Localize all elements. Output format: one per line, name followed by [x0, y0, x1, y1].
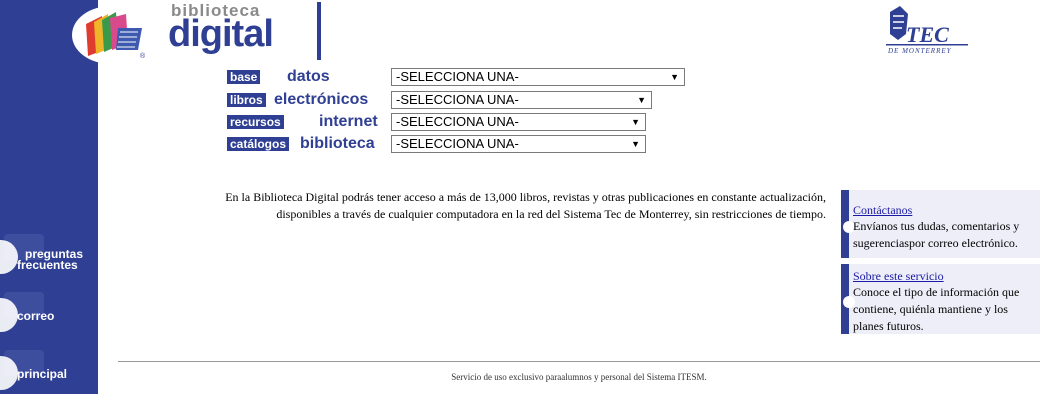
recursos-de-internet-select[interactable]: -SELECCIONA UNA- ▼ [391, 113, 646, 131]
sobre-este-servicio-link[interactable]: Sobre este servicio [853, 269, 944, 284]
contactanos-link[interactable]: Contáctanos [853, 203, 912, 218]
select-value: -SELECCIONA UNA- [396, 114, 519, 129]
tec-de-monterrey-logo-icon: TEC DE MONTERREY [886, 6, 968, 55]
selector-word: internet [319, 113, 378, 130]
description-text: En la Biblioteca Digital podrás tener ac… [150, 189, 826, 223]
brand-divider [317, 2, 321, 60]
dropdown-arrow-icon: ▼ [631, 117, 640, 127]
selector-word: biblioteca [300, 135, 375, 152]
select-value: -SELECCIONA UNA- [396, 69, 519, 84]
tec-logo-text: TEC [906, 22, 949, 47]
selector-tag: recursos de [227, 115, 284, 143]
tec-logo-subtitle: DE MONTERREY [887, 47, 952, 55]
svg-text:®: ® [140, 52, 146, 60]
sidebar-item-preguntas-frecuentes[interactable]: preguntas frecuentes [0, 234, 98, 280]
open-book-logo-icon: ® [86, 12, 146, 60]
catalogos-biblioteca-select[interactable]: -SELECCIONA UNA- ▼ [391, 135, 646, 153]
sidebar-item-label: preguntas frecuentes [17, 247, 84, 272]
sidebar-item-correo[interactable]: correo [0, 292, 98, 338]
description-line: En la Biblioteca Digital podrás tener ac… [225, 190, 826, 204]
brand-title: digital [168, 13, 274, 55]
sidebar-item-label: correo [17, 309, 55, 323]
dropdown-arrow-icon: ▼ [670, 72, 679, 82]
selector-tag: libros [227, 93, 266, 107]
select-value: -SELECCIONA UNA- [396, 136, 519, 151]
footer-text: Servicio de uso exclusivo paraalumnos y … [451, 372, 707, 382]
selector-tag: catálogos [227, 137, 290, 151]
info-box-contactanos: Contáctanos Envíanos tus dudas, comentar… [841, 190, 1040, 258]
info-box-text: Conoce el tipo de información que contie… [853, 285, 1020, 333]
sidebar-item-principal[interactable]: principal [0, 350, 98, 394]
info-box-sobre-este-servicio: Sobre este servicio Conoce el tipo de in… [841, 264, 1040, 334]
sidebar-item-label: principal [17, 367, 68, 381]
libros-electronicos-select[interactable]: -SELECCIONA UNA- ▼ [391, 91, 652, 109]
dropdown-arrow-icon: ▼ [637, 95, 646, 105]
select-value: -SELECCIONA UNA- [396, 92, 519, 107]
selector-tag: base de [227, 70, 261, 98]
footer-divider [118, 361, 1040, 362]
info-box-text: Envíanos tus dudas, comentarios y sugere… [853, 219, 1020, 250]
selector-word: electrónicos [274, 91, 369, 108]
selector-word: datos [287, 68, 330, 85]
dropdown-arrow-icon: ▼ [631, 139, 640, 149]
description-line: disponibles a través de cualquier comput… [276, 207, 826, 221]
base-de-datos-select[interactable]: -SELECCIONA UNA- ▼ [391, 68, 685, 86]
